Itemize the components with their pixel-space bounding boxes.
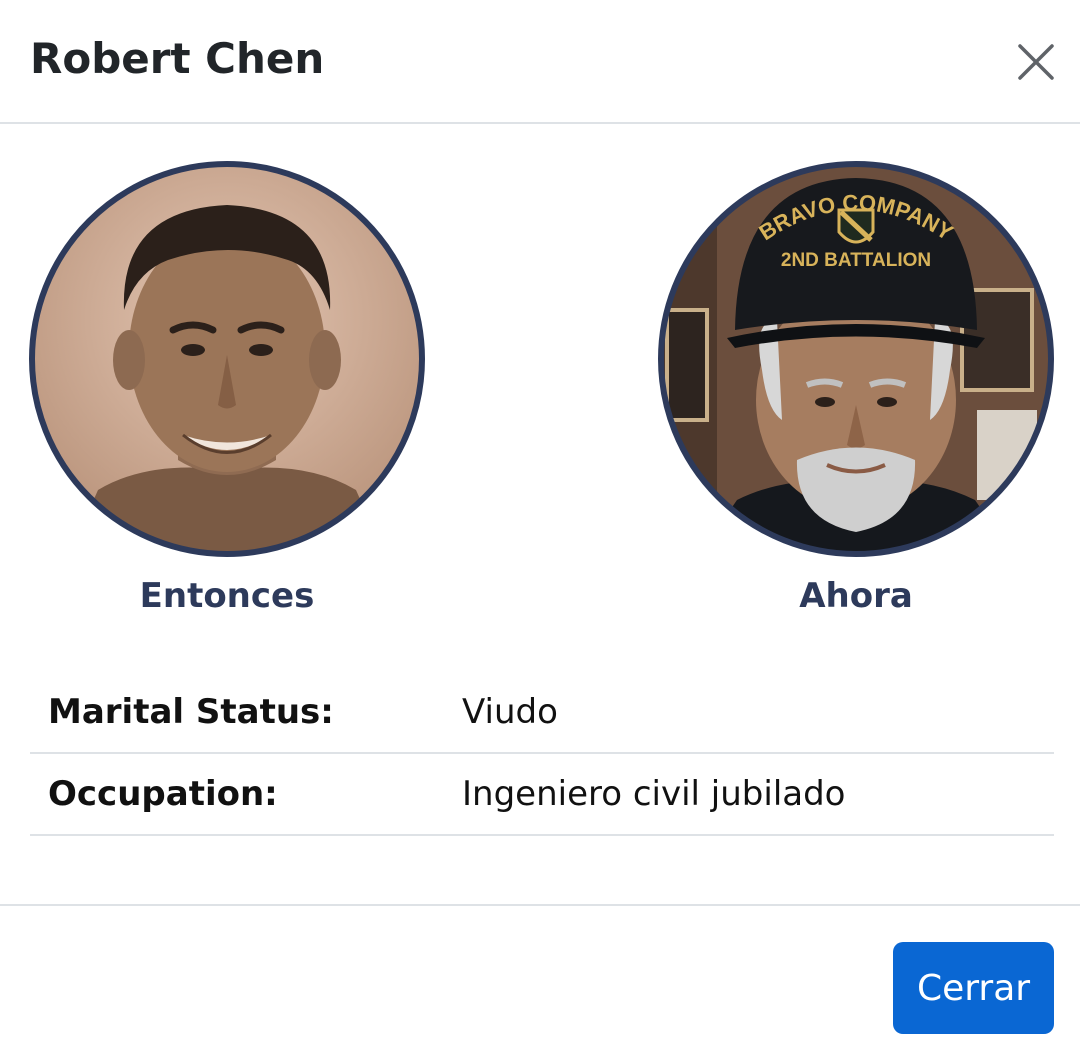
photo-then-column: Entonces (28, 160, 426, 616)
cap-line2: 2ND BATTALION (781, 250, 931, 271)
photo-then (29, 161, 425, 557)
occupation-value: Ingeniero civil jubilado (462, 774, 846, 814)
table-row: Occupation: Ingeniero civil jubilado (30, 754, 1054, 836)
photo-now-label: Ahora (799, 576, 913, 616)
profile-modal: Robert Chen Entonces BRAVO COMPANY 2ND B… (0, 0, 1080, 1048)
details-table: Marital Status: Viudo Occupation: Ingeni… (30, 672, 1054, 836)
cerrar-button[interactable]: Cerrar (893, 942, 1054, 1034)
table-row: Marital Status: Viudo (30, 672, 1054, 754)
modal-footer: Cerrar (0, 904, 1080, 1048)
marital-status-value: Viudo (462, 692, 558, 732)
modal-title: Robert Chen (30, 34, 325, 83)
photo-now-column: BRAVO COMPANY 2ND BATTALION Ahora (657, 160, 1055, 616)
close-icon (1018, 44, 1054, 80)
occupation-label: Occupation: (48, 774, 278, 814)
marital-status-label: Marital Status: (48, 692, 334, 732)
modal-header: Robert Chen (0, 0, 1080, 124)
photo-comparison: Entonces BRAVO COMPANY 2ND BATTALION Aho… (0, 124, 1080, 644)
close-button[interactable] (1012, 38, 1060, 86)
photo-now: BRAVO COMPANY 2ND BATTALION (658, 161, 1054, 557)
photo-then-label: Entonces (139, 576, 315, 616)
